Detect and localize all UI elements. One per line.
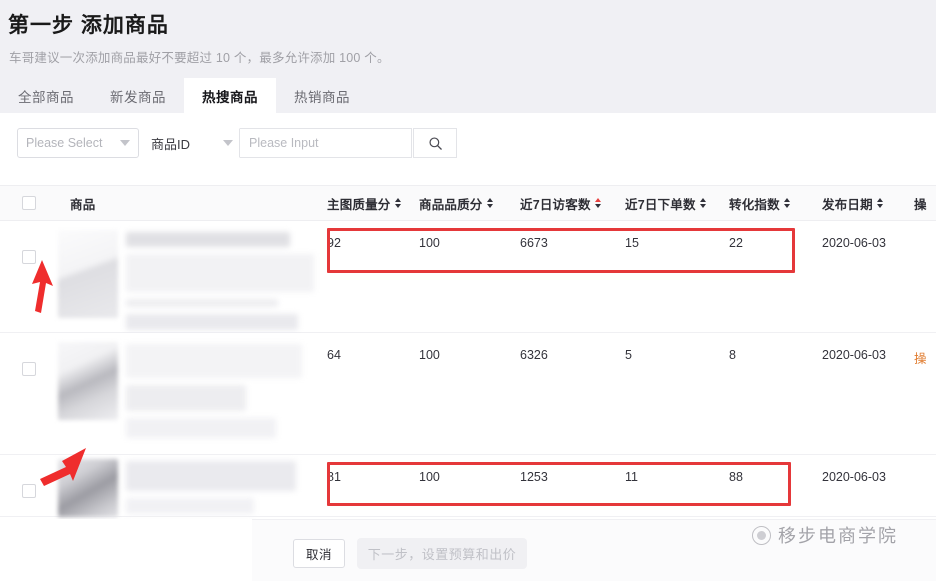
cell-orders-7d: 5 (625, 333, 729, 454)
cell-publish-date: 2020-06-03 (822, 221, 914, 332)
column-header-product-quality[interactable]: 商品品质分 (419, 194, 520, 213)
cell-main-image-quality: 64 (327, 333, 419, 454)
cell-visitors-7d: 6673 (520, 221, 625, 332)
chevron-down-icon (223, 140, 233, 146)
cell-conversion-index: 8 (729, 333, 822, 454)
sort-icon[interactable] (877, 198, 883, 208)
select-all-checkbox[interactable] (22, 196, 36, 210)
watermark-text: 移步电商学院 (778, 522, 898, 548)
cell-product-quality: 100 (419, 455, 520, 516)
row-checkbox-cell (0, 221, 58, 332)
page-subtitle: 车哥建议一次添加商品最好不要超过 10 个，最多允许添加 100 个。 (9, 47, 390, 66)
tab-bar: 全部商品 新发商品 热搜商品 热销商品 (0, 78, 368, 113)
sort-icon-active[interactable] (595, 198, 601, 208)
tab-new-products[interactable]: 新发商品 (92, 78, 184, 113)
product-cell (58, 221, 327, 332)
cell-product-quality: 100 (419, 221, 520, 332)
filter-bar (0, 113, 936, 185)
row-select-checkbox[interactable] (22, 250, 36, 264)
chevron-down-icon (120, 140, 130, 146)
sort-icon[interactable] (784, 198, 790, 208)
product-title-redacted (126, 230, 314, 337)
sort-icon[interactable] (395, 198, 401, 208)
circle-logo-icon (752, 526, 771, 545)
row-select-checkbox[interactable] (22, 362, 36, 376)
category-select-placeholder: Please Select (26, 136, 120, 150)
cell-orders-7d: 11 (625, 455, 729, 516)
page-title: 第一步 添加商品 (8, 9, 169, 39)
search-input-wrapper (240, 128, 412, 158)
tab-hot-search-products[interactable]: 热搜商品 (184, 78, 276, 113)
table-header-row: 商品 主图质量分 商品品质分 近7日访客数 近7日下单数 转化指数 (0, 185, 936, 221)
category-select[interactable]: Please Select (17, 128, 139, 158)
product-info-redacted (58, 333, 302, 445)
cell-product-quality: 100 (419, 333, 520, 454)
cancel-button[interactable]: 取消 (293, 539, 345, 568)
column-header-orders-7d[interactable]: 近7日下单数 (625, 194, 729, 213)
search-field-select[interactable]: 商品ID (150, 128, 240, 158)
product-title-redacted (126, 342, 302, 445)
sort-icon[interactable] (487, 198, 493, 208)
column-header-product: 商品 (58, 194, 327, 213)
tab-all-products[interactable]: 全部商品 (0, 78, 92, 113)
cell-action[interactable] (914, 455, 936, 516)
search-icon (428, 136, 443, 151)
cell-visitors-7d: 1253 (520, 455, 625, 516)
row-select-checkbox[interactable] (22, 484, 36, 498)
select-all-cell (0, 196, 58, 210)
column-header-publish-date[interactable]: 发布日期 (822, 194, 914, 213)
product-info-redacted (58, 455, 296, 519)
cell-visitors-7d: 6326 (520, 333, 625, 454)
row-checkbox-cell (0, 455, 58, 516)
cell-action[interactable]: 操 (914, 333, 936, 454)
column-header-main-image-quality[interactable]: 主图质量分 (327, 194, 419, 213)
tab-hot-selling-products[interactable]: 热销商品 (276, 78, 368, 113)
search-field-select-value: 商品ID (151, 134, 223, 153)
product-cell (58, 333, 327, 454)
product-info-redacted (58, 221, 314, 337)
sort-icon[interactable] (700, 198, 706, 208)
product-cell (58, 455, 327, 516)
cell-action[interactable] (914, 221, 936, 332)
cell-main-image-quality: 81 (327, 455, 419, 516)
cell-publish-date: 2020-06-03 (822, 455, 914, 516)
column-header-visitors-7d[interactable]: 近7日访客数 (520, 194, 625, 213)
column-header-conversion-index[interactable]: 转化指数 (729, 194, 822, 213)
footer-left-panel (0, 519, 252, 581)
search-input[interactable] (249, 136, 402, 150)
table-row[interactable]: 81 100 1253 11 88 2020-06-03 (0, 455, 936, 517)
row-checkbox-cell (0, 333, 58, 454)
table-row[interactable]: 92 100 6673 15 22 2020-06-03 (0, 221, 936, 333)
product-thumbnail (58, 342, 118, 420)
next-step-button[interactable]: 下一步，设置预算和出价 (357, 538, 527, 569)
product-title-redacted (126, 459, 296, 519)
cell-orders-7d: 15 (625, 221, 729, 332)
product-selection-page: 第一步 添加商品 车哥建议一次添加商品最好不要超过 10 个，最多允许添加 10… (0, 0, 936, 581)
cell-main-image-quality: 92 (327, 221, 419, 332)
product-thumbnail (58, 230, 118, 318)
cell-conversion-index: 22 (729, 221, 822, 332)
products-table: 商品 主图质量分 商品品质分 近7日访客数 近7日下单数 转化指数 (0, 185, 936, 519)
column-header-action: 操 (914, 194, 936, 213)
cell-publish-date: 2020-06-03 (822, 333, 914, 454)
search-button[interactable] (413, 128, 457, 158)
product-thumbnail (58, 459, 118, 517)
table-row[interactable]: 64 100 6326 5 8 2020-06-03 操 (0, 333, 936, 455)
cell-conversion-index: 88 (729, 455, 822, 516)
watermark: 移步电商学院 (752, 522, 898, 548)
